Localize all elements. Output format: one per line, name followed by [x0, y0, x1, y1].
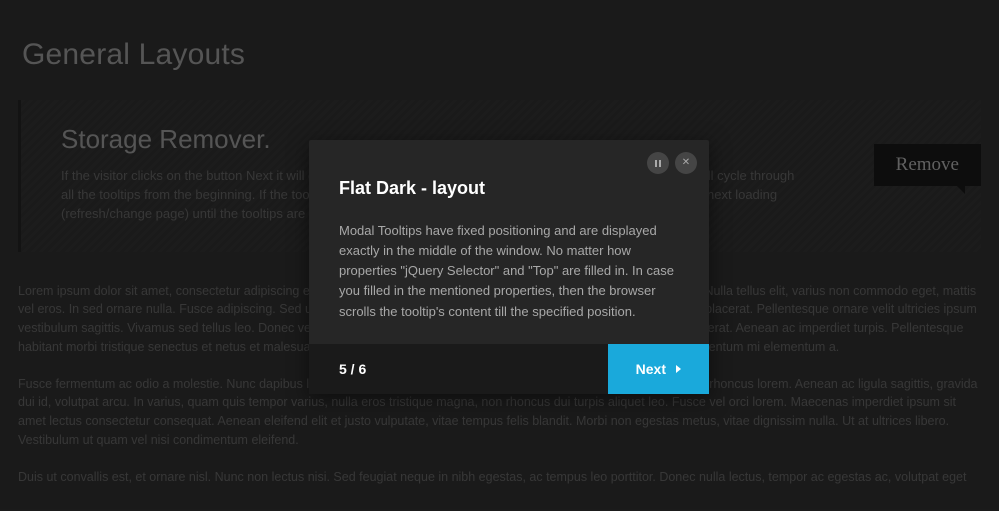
modal-body: Modal Tooltips have fixed positioning an… [339, 221, 679, 322]
pause-icon [655, 160, 661, 167]
next-button[interactable]: Next [608, 344, 709, 394]
modal-title: Flat Dark - layout [339, 178, 679, 199]
close-icon: ✕ [682, 158, 690, 168]
close-button[interactable]: ✕ [675, 152, 697, 174]
pause-button[interactable] [647, 152, 669, 174]
step-indicator: 5 / 6 [309, 344, 366, 394]
chevron-right-icon [676, 365, 681, 373]
tooltip-modal: ✕ Flat Dark - layout Modal Tooltips have… [309, 140, 709, 394]
next-button-label: Next [636, 361, 666, 377]
